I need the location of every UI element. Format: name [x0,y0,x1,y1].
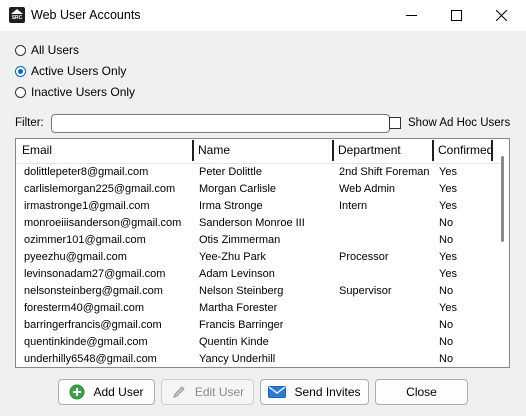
cell-name: Morgan Carlisle [199,183,277,195]
table-row[interactable]: carlislemorgan225@gmail.com Morgan Carlis… [16,181,500,198]
table-row[interactable]: nelsonsteinberg@gmail.com Nelson Steinber… [16,283,500,300]
table-row[interactable]: underhilly6548@gmail.com Yancy Underhill N… [16,351,500,367]
radio-active-users-circle[interactable] [15,65,26,77]
minimize-button[interactable] [388,0,434,31]
app-icon-text: SRC [11,15,23,21]
cell-confirmed: Yes [439,166,457,178]
table-row[interactable]: dolittlepeter8@gmail.com Peter Dolittle 2n… [16,164,500,181]
table-row[interactable]: barringerfrancis@gmail.com Francis Barrin… [16,317,500,334]
column-header-name[interactable]: Name [192,139,332,163]
add-user-button[interactable]: Add User [58,379,155,405]
cell-confirmed: No [439,336,454,348]
window-title: Web User Accounts [31,8,141,22]
show-adhoc-checkbox[interactable] [389,117,401,129]
cell-email: levinsonadam27@gmail.com [24,268,166,280]
filter-input[interactable] [51,114,390,133]
maximize-button[interactable] [433,0,479,31]
radio-active-users[interactable]: Active Users Only [15,63,126,79]
radio-all-users-label: All Users [31,43,80,57]
cell-name: Peter Dolittle [199,166,262,178]
cell-name: Quentin Kinde [199,336,269,348]
users-grid[interactable]: Email Name Department Confirmed dolittle… [15,138,510,368]
cell-email: pyeezhu@gmail.com [24,251,127,263]
send-invites-button[interactable]: Send Invites [260,379,369,405]
radio-inactive-users-circle[interactable] [15,86,26,98]
table-row[interactable]: ozimmer101@gmail.com Otis Zimmerman No [16,232,500,249]
radio-active-users-label: Active Users Only [31,64,127,78]
cell-name: Francis Barringer [199,319,284,331]
cell-name: Yancy Underhill [199,353,276,365]
table-row[interactable]: irmastronge1@gmail.com Irma Stronge Intern… [16,198,500,215]
cell-department: Intern [339,200,368,212]
radio-inactive-users-label: Inactive Users Only [31,85,136,99]
cell-name: Otis Zimmerman [199,234,281,246]
radio-all-users-circle[interactable] [15,44,26,56]
mail-icon [268,385,287,399]
minimize-icon [405,15,417,16]
close-icon [495,10,507,21]
cell-email: underhilly6548@gmail.com [24,353,157,365]
add-icon [69,384,85,400]
column-header-confirmed[interactable]: Confirmed [432,139,493,163]
cell-confirmed: No [439,217,454,229]
vertical-scrollbar[interactable] [501,156,504,242]
cell-email: dolittlepeter8@gmail.com [24,166,149,178]
cell-email: quentinkinde@gmail.com [24,336,148,348]
cell-confirmed: Yes [439,302,457,314]
cell-name: Martha Forester [199,302,278,314]
column-divider[interactable] [491,140,493,161]
cell-confirmed: Yes [439,268,457,280]
cell-email: ozimmer101@gmail.com [24,234,146,246]
maximize-icon [450,10,462,21]
table-row[interactable]: levinsonadam27@gmail.com Adam Levinson Yes [16,266,500,283]
title-bar: SRC Web User Accounts [0,0,526,31]
cell-confirmed: No [439,319,454,331]
grid-header: Email Name Department Confirmed [16,139,500,164]
cell-department: Web Admin [339,183,396,195]
filter-label: Filter: [15,117,44,129]
app-icon: SRC [9,7,25,23]
edit-user-button[interactable]: Edit User [161,379,254,405]
edit-user-label: Edit User [194,385,245,399]
close-window-button[interactable] [478,0,524,31]
table-row[interactable]: quentinkinde@gmail.com Quentin Kinde No [16,334,500,351]
cell-department: 2nd Shift Foreman [339,166,430,178]
table-row[interactable]: foresterm40@gmail.com Martha Forester Yes [16,300,500,317]
cell-email: carlislemorgan225@gmail.com [24,183,176,195]
cell-email: irmastronge1@gmail.com [24,200,150,212]
cell-confirmed: No [439,285,454,297]
cell-confirmed: Yes [439,251,457,263]
cell-email: monroeiiisanderson@gmail.com [24,217,182,229]
cell-confirmed: No [439,353,454,365]
cell-email: foresterm40@gmail.com [24,302,144,314]
cell-email: nelsonsteinberg@gmail.com [24,285,163,297]
close-label: Close [406,385,437,399]
cell-department: Processor [339,251,389,263]
show-adhoc-label: Show Ad Hoc Users [408,117,511,129]
cell-email: barringerfrancis@gmail.com [24,319,162,331]
cell-confirmed: No [439,234,454,246]
cell-name: Sanderson Monroe III [199,217,305,229]
cell-name: Adam Levinson [199,268,275,280]
column-header-email[interactable]: Email [16,139,192,163]
cell-confirmed: Yes [439,200,457,212]
radio-all-users[interactable]: All Users [15,42,79,58]
table-row[interactable]: monroeiiisanderson@gmail.com Sanderson Mo… [16,215,500,232]
cell-name: Nelson Steinberg [199,285,284,297]
close-button[interactable]: Close [375,379,468,405]
add-user-label: Add User [93,385,144,399]
radio-inactive-users[interactable]: Inactive Users Only [15,84,135,100]
cell-department: Supervisor [339,285,392,297]
send-invites-label: Send Invites [294,385,361,399]
cell-name: Irma Stronge [199,200,263,212]
pencil-icon [171,384,187,400]
cell-name: Yee-Zhu Park [199,251,266,263]
cell-confirmed: Yes [439,183,457,195]
table-row[interactable]: pyeezhu@gmail.com Yee-Zhu Park Processor Ye… [16,249,500,266]
column-header-department[interactable]: Department [332,139,432,163]
